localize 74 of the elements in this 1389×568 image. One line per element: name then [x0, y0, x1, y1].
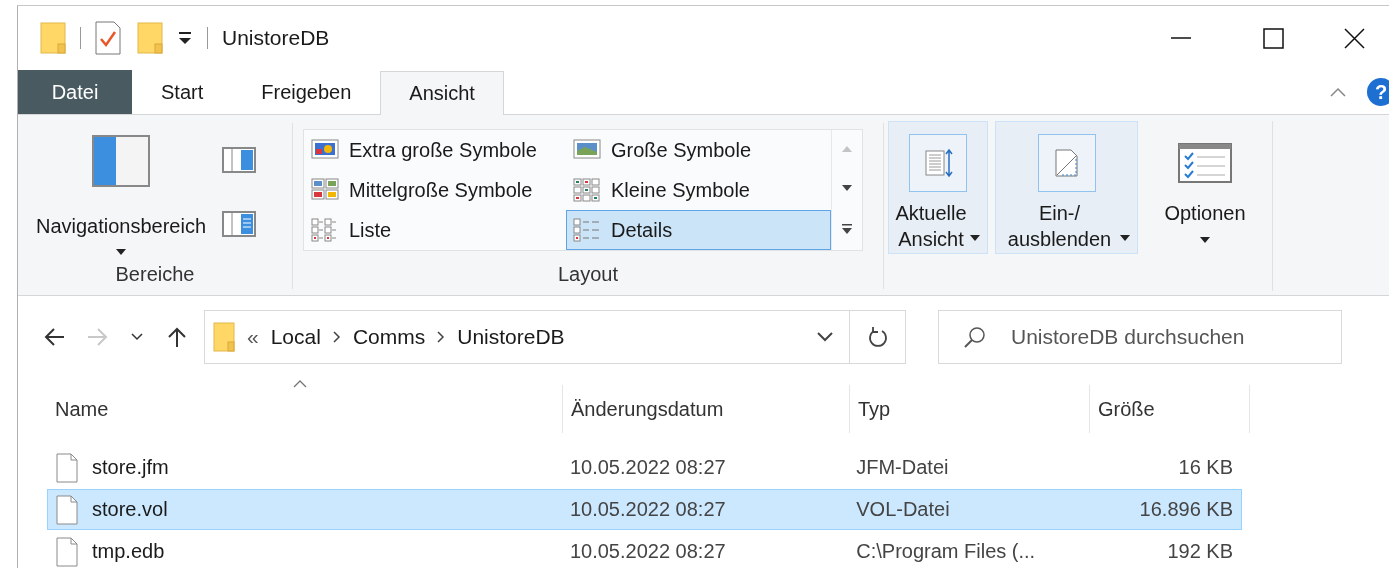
breadcrumb[interactable]: Local [270, 325, 321, 349]
expand-gallery-icon[interactable] [841, 222, 853, 235]
column-header[interactable]: Typ [850, 385, 1090, 433]
file-icon [56, 494, 78, 525]
table-cell-text: C:\Program Files (... [855, 540, 1037, 563]
file-menu-tab[interactable]: Datei [18, 70, 132, 114]
close-icon[interactable] [1343, 27, 1365, 49]
navigation-pane-button[interactable]: Navigationsbereich [18, 123, 218, 259]
refresh-icon[interactable] [867, 326, 888, 348]
ribbon-button[interactable]: Optionen [1145, 121, 1265, 254]
caret-icon [115, 248, 127, 256]
scroll-down-icon[interactable] [841, 184, 853, 192]
search-field[interactable]: UnistoreDB durchsuchen [938, 310, 1342, 364]
breadcrumb[interactable]: Comms [352, 325, 426, 349]
caret-icon [1119, 234, 1131, 242]
file-icon [56, 536, 78, 567]
column-header[interactable]: Änderungsdatum [563, 385, 850, 433]
caret-icon [969, 234, 981, 242]
ribbon-button[interactable]: Aktuelle Ansicht [888, 121, 988, 254]
layout-option[interactable]: Mittelgroße Symbole [304, 170, 566, 210]
customize-caret-icon[interactable] [177, 30, 193, 46]
overflow-chevron[interactable]: « [247, 325, 259, 349]
file-row[interactable]: store.jfm 10.05.2022 08:27 JFM-Datei 16 KB [47, 447, 1242, 488]
details-pane-icon[interactable] [222, 211, 256, 237]
folder-icon [213, 322, 235, 352]
ribbon-tab[interactable]: Ansicht [380, 71, 504, 115]
layout-option[interactable]: Liste [304, 210, 566, 250]
checklist-icon [1177, 142, 1233, 184]
ribbon-tab[interactable]: Start [132, 70, 233, 114]
maximize-icon[interactable] [1262, 27, 1284, 49]
search-icon [964, 326, 986, 348]
layout-option[interactable]: Extra große Symbole [304, 130, 566, 170]
up-arrow-icon[interactable] [166, 326, 188, 348]
dropdown-chevron-icon[interactable] [817, 332, 833, 342]
file-name: store.jfm [92, 456, 169, 479]
breadcrumb[interactable]: UnistoreDB [457, 325, 565, 349]
caret-icon [1199, 236, 1211, 244]
collapse-ribbon-icon[interactable] [1329, 86, 1347, 98]
table-cell-text: 16 KB [1177, 456, 1234, 479]
ribbon-tab[interactable]: Freigeben [232, 70, 381, 114]
back-arrow-icon[interactable] [44, 326, 66, 348]
sort-list-icon [922, 147, 954, 179]
medium-view-icon [311, 178, 339, 202]
help-button[interactable]: ? [1367, 78, 1389, 106]
file-name: tmp.edb [92, 540, 165, 563]
table-cell-text: 10.05.2022 08:27 [568, 456, 727, 479]
layout-option[interactable]: Details [566, 210, 831, 250]
properties-icon[interactable] [95, 21, 121, 55]
group-label: Layout [557, 261, 619, 287]
layout-option[interactable]: Kleine Symbole [566, 170, 831, 210]
group-label: Bereiche [115, 261, 195, 287]
preview-pane-icon[interactable] [222, 147, 256, 173]
details-view-icon [573, 218, 601, 242]
file-row[interactable]: tmp.edb 10.05.2022 08:27 C:\Program Files (... 192 KB [47, 531, 1242, 568]
address-field[interactable]: « Local Comms UnistoreDB [204, 310, 850, 364]
column-header[interactable]: Größe [1090, 385, 1250, 433]
ribbon-button[interactable]: Ein-/ ausblenden [995, 121, 1138, 254]
navigation-pane-icon [92, 135, 150, 187]
xlarge-view-icon [311, 138, 339, 162]
table-cell-text: 16.896 KB [1138, 498, 1234, 521]
file-row[interactable]: store.vol 10.05.2022 08:27 VOL-Datei 16.896 KB [47, 489, 1242, 530]
file-icon [56, 452, 78, 483]
table-cell-text: VOL-Datei [855, 498, 951, 521]
table-cell-text: JFM-Datei [855, 456, 950, 479]
list-view-icon [311, 218, 339, 242]
small-view-icon [573, 178, 601, 202]
table-cell-text: 192 KB [1166, 540, 1234, 563]
column-header[interactable]: Name [47, 385, 563, 433]
window-title: UnistoreDB [222, 26, 330, 50]
layout-option[interactable]: Große Symbole [566, 130, 831, 170]
large-view-icon [573, 138, 601, 162]
file-name: store.vol [92, 498, 168, 521]
table-cell-text: 10.05.2022 08:27 [568, 498, 727, 521]
table-cell-text: 10.05.2022 08:27 [568, 540, 727, 563]
